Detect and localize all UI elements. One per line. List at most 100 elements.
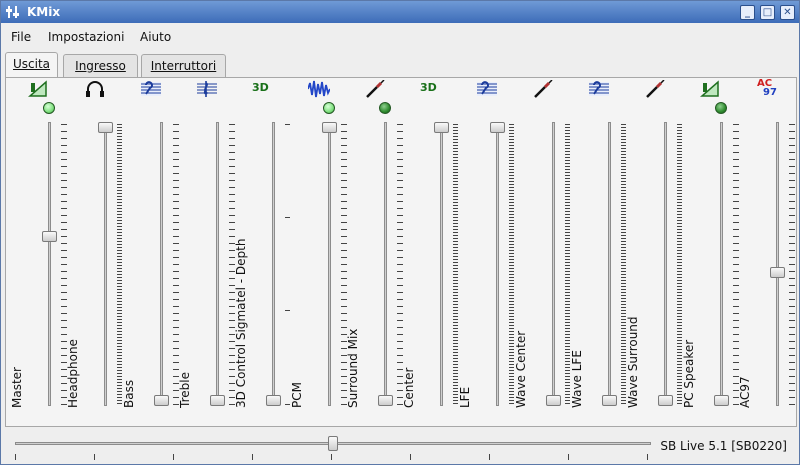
volume-slider-handle[interactable] xyxy=(770,266,785,278)
volume-slider[interactable] xyxy=(272,122,275,406)
channel-strip: LFE xyxy=(454,78,514,428)
channel-label: PC Speaker xyxy=(682,339,696,408)
channel-strip: 3D Center xyxy=(398,78,458,428)
channel-label: LFE xyxy=(458,386,472,408)
volume-slider[interactable] xyxy=(608,122,611,406)
channel-label: Center xyxy=(402,367,416,408)
mute-led[interactable] xyxy=(715,102,727,114)
channel-label: Wave Surround xyxy=(626,316,640,408)
menu-file[interactable]: File xyxy=(11,30,31,44)
channel-label: Wave LFE xyxy=(570,350,584,408)
treble-clef-icon xyxy=(196,80,218,98)
channel-strip: Surround Mix xyxy=(342,78,403,428)
channel-strip: Wave Center xyxy=(510,78,570,428)
channel-strip: Headphone xyxy=(62,78,122,428)
volume-slider-handle[interactable] xyxy=(42,231,57,243)
volume-slider[interactable] xyxy=(720,122,723,406)
volume-slider-handle[interactable] xyxy=(154,395,169,406)
kmix-window: KMix _ □ ✕ File Impostazioni Aiuto Uscit… xyxy=(0,0,800,465)
3d-icon: 3D xyxy=(420,80,442,98)
volume-slider[interactable] xyxy=(496,122,499,406)
volume-slider[interactable] xyxy=(104,122,107,406)
channel-label: Wave Center xyxy=(514,330,528,408)
channel-label: Headphone xyxy=(66,339,80,408)
maximize-button[interactable]: □ xyxy=(760,5,775,20)
master-balance-handle[interactable] xyxy=(328,436,338,451)
volume-slider-handle[interactable] xyxy=(322,122,337,133)
volume-slider[interactable] xyxy=(216,122,219,406)
volume-slider-handle[interactable] xyxy=(490,122,505,133)
volume-slider-handle[interactable] xyxy=(602,395,617,406)
volume-slider[interactable] xyxy=(440,122,443,406)
menu-help[interactable]: Aiuto xyxy=(140,30,171,44)
menu-bar: File Impostazioni Aiuto xyxy=(1,25,799,49)
channel-strip: Bass xyxy=(118,78,179,428)
channel-strip: PCM xyxy=(286,78,347,428)
title-bar[interactable]: KMix _ □ ✕ xyxy=(1,1,799,23)
volume-slider-handle[interactable] xyxy=(546,395,561,406)
volume-slider-handle[interactable] xyxy=(714,395,729,406)
tab-output[interactable]: Uscita xyxy=(5,52,58,78)
jack-plug-icon xyxy=(532,79,554,98)
volume-slider[interactable] xyxy=(664,122,667,406)
tab-switches[interactable]: Interruttori xyxy=(141,54,226,77)
window-title: KMix xyxy=(27,5,61,19)
channel-label: 3D Control Sigmatel - Depth xyxy=(234,238,248,408)
channel-label: Treble xyxy=(178,372,192,408)
volume-slider[interactable] xyxy=(384,122,387,406)
minimize-button[interactable]: _ xyxy=(740,5,755,20)
ac97-icon-bottom: 97 xyxy=(763,87,777,98)
bass-clef-icon xyxy=(476,80,498,98)
menu-settings[interactable]: Impostazioni xyxy=(48,30,124,44)
close-button[interactable]: ✕ xyxy=(780,5,795,20)
channel-label: Bass xyxy=(122,379,136,408)
tab-output-label: Uscita xyxy=(12,57,51,71)
channel-strip: Master xyxy=(6,78,67,428)
mixer-app-icon[interactable] xyxy=(6,5,20,19)
channel-strip: AC 97 AC97 xyxy=(734,78,795,428)
bass-clef-icon xyxy=(140,80,162,98)
volume-slider-handle[interactable] xyxy=(378,395,393,406)
channel-label: Master xyxy=(10,367,24,408)
volume-slider-handle[interactable] xyxy=(266,395,281,406)
volume-slider[interactable] xyxy=(328,122,331,406)
volume-icon xyxy=(28,80,50,98)
jack-plug-icon xyxy=(644,79,666,98)
icon-3d-label: 3D xyxy=(252,81,269,94)
volume-slider-handle[interactable] xyxy=(210,395,225,406)
device-label: SB Live 5.1 [SB0220] xyxy=(660,439,787,453)
ac97-icon: AC 97 xyxy=(756,78,778,98)
channel-label: AC97 xyxy=(738,376,752,408)
headphone-icon xyxy=(84,80,106,98)
volume-slider-handle[interactable] xyxy=(658,395,673,406)
bass-clef-icon xyxy=(588,80,610,98)
volume-slider[interactable] xyxy=(160,122,163,406)
volume-slider[interactable] xyxy=(48,122,51,406)
mute-led[interactable] xyxy=(43,102,55,114)
tab-input[interactable]: Ingresso xyxy=(63,54,138,77)
jack-plug-icon xyxy=(364,79,386,98)
channel-strip: PC Speaker xyxy=(678,78,739,428)
volume-slider-handle[interactable] xyxy=(434,122,449,133)
waveform-icon xyxy=(307,80,331,98)
volume-slider[interactable] xyxy=(552,122,555,406)
channel-strip: Wave LFE xyxy=(566,78,626,428)
volume-icon xyxy=(700,80,722,98)
volume-slider[interactable] xyxy=(776,122,779,406)
channel-strip: Treble xyxy=(174,78,235,428)
mixer-panel: Master Headphone Bass Treble 3D 3D Control Si… xyxy=(5,77,797,427)
volume-ticks xyxy=(789,124,795,406)
channel-strip: 3D 3D Control Sigmatel - Depth xyxy=(230,78,290,428)
3d-icon: 3D xyxy=(252,80,274,98)
tab-input-label: Ingresso xyxy=(75,59,126,73)
status-bar: SB Live 5.1 [SB0220] xyxy=(5,429,797,463)
tab-switches-label: Interruttori xyxy=(150,59,217,73)
channel-label: PCM xyxy=(290,382,304,408)
channel-strip: Wave Surround xyxy=(622,78,682,428)
icon-3d-label: 3D xyxy=(420,81,437,94)
volume-slider-handle[interactable] xyxy=(98,122,113,133)
mute-led[interactable] xyxy=(379,102,391,114)
mute-led[interactable] xyxy=(323,102,335,114)
master-balance-ticks xyxy=(15,454,651,460)
channel-label: Surround Mix xyxy=(346,328,360,408)
